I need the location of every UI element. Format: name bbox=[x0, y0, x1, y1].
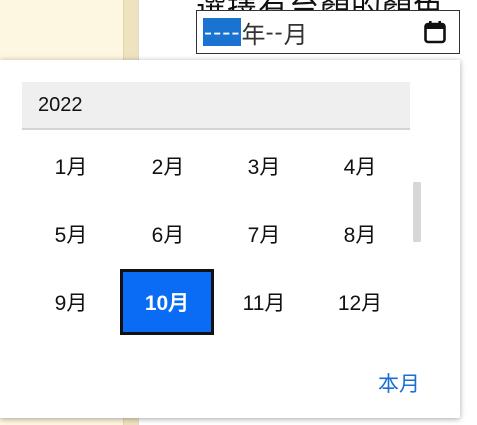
this-month-button[interactable]: 本月 bbox=[378, 368, 420, 398]
month-picker-popup: 2022 1月 2月 3月 4月 5月 6月 7月 8月 9月 10月 11月 … bbox=[0, 60, 460, 418]
month-input[interactable]: ---- 年 -- 月 bbox=[196, 10, 460, 54]
month-cell-11[interactable]: 11月 bbox=[217, 269, 311, 335]
month-unit-label: 月 bbox=[283, 20, 308, 49]
month-cell-9[interactable]: 9月 bbox=[24, 269, 118, 335]
year-segment[interactable]: ---- bbox=[203, 18, 242, 46]
month-cell-1[interactable]: 1月 bbox=[24, 133, 118, 199]
month-cell-4[interactable]: 4月 bbox=[313, 133, 407, 199]
month-cell-10-selected[interactable]: 10月 bbox=[120, 269, 214, 335]
month-cell-7[interactable]: 7月 bbox=[217, 201, 311, 267]
year-header[interactable]: 2022 bbox=[22, 82, 410, 130]
month-cell-2[interactable]: 2月 bbox=[121, 133, 215, 199]
month-cell-12[interactable]: 12月 bbox=[313, 269, 407, 335]
month-cell-6[interactable]: 6月 bbox=[121, 201, 215, 267]
month-segment[interactable]: -- bbox=[265, 18, 283, 46]
calendar-icon[interactable] bbox=[423, 20, 447, 44]
month-cell-8[interactable]: 8月 bbox=[313, 201, 407, 267]
month-cell-3[interactable]: 3月 bbox=[217, 133, 311, 199]
year-unit-label: 年 bbox=[241, 20, 266, 49]
scrollbar-thumb[interactable] bbox=[413, 182, 421, 242]
month-cell-5[interactable]: 5月 bbox=[24, 201, 118, 267]
